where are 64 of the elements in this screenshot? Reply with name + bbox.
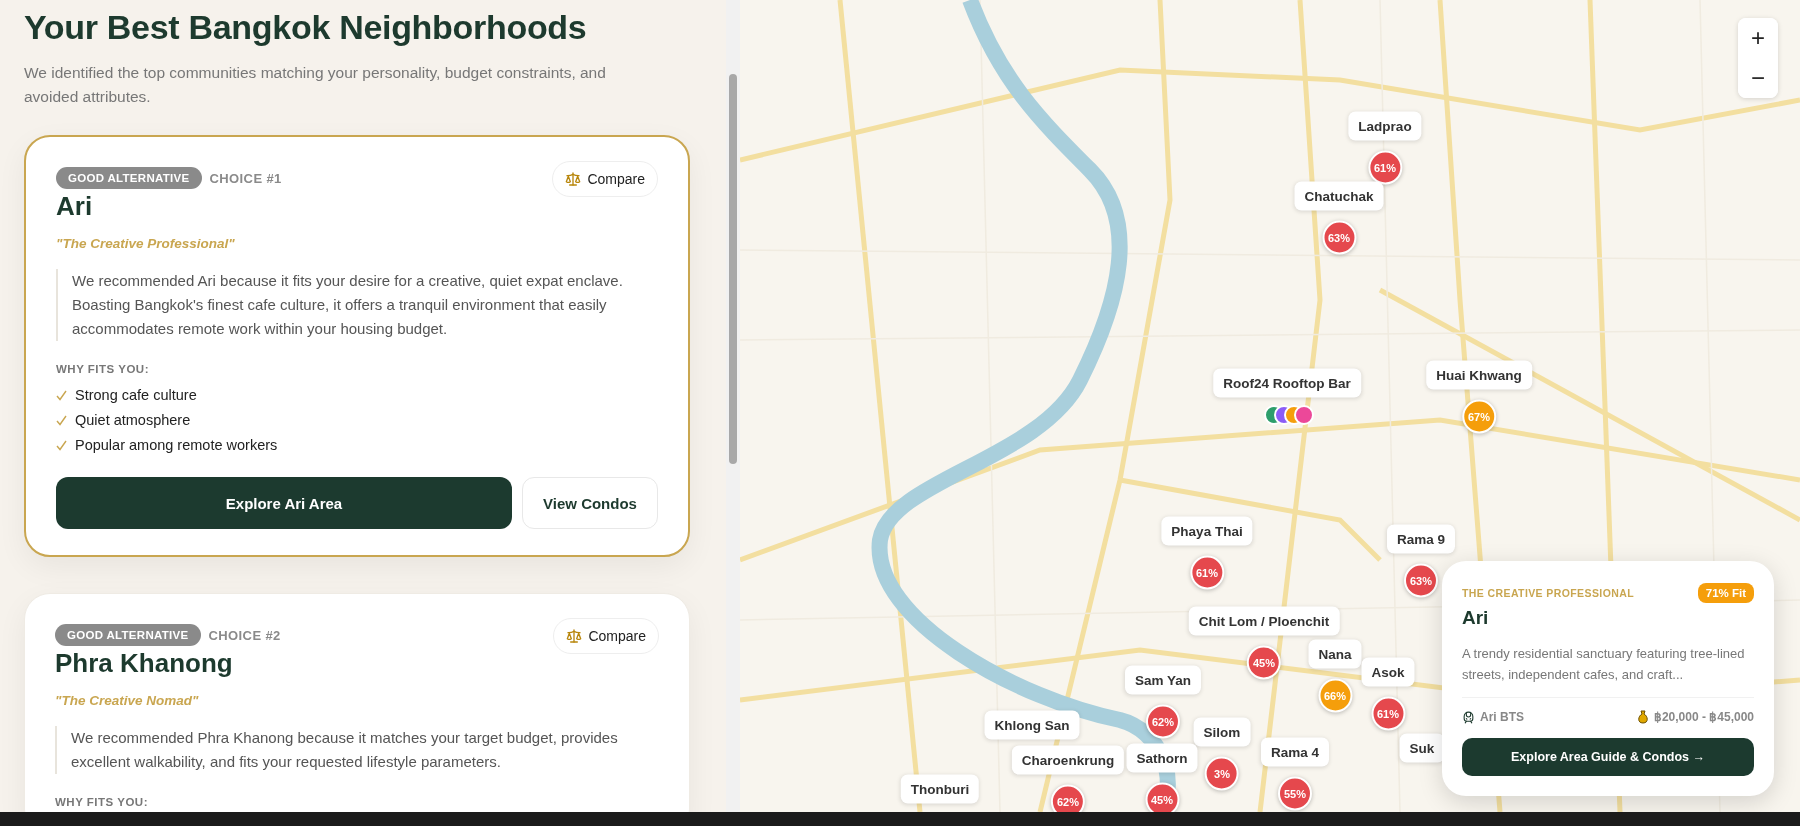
check-icon [56, 389, 67, 401]
recommendation-text: We recommended Phra Khanong because it matches your target budget, provides excellent walkability, and fits your requested lifestyle parameters. [55, 726, 659, 774]
choice-rank: CHOICE #2 [208, 627, 281, 643]
scale-icon [566, 628, 583, 644]
area-label[interactable]: Chit Lom / Ploenchit [1188, 606, 1340, 636]
explore-area-button[interactable]: Explore Ari Area [56, 477, 512, 529]
neighborhood-name: Ari [56, 191, 94, 222]
area-label[interactable]: Nana [1308, 639, 1362, 669]
page-subtitle: We identified the top communities matching your personality, budget constraints, and avoided attributes. [24, 63, 607, 107]
fit-pin[interactable]: 63% [1404, 563, 1438, 598]
price-range: ฿20,000 - ฿45,000 [1653, 710, 1754, 724]
area-label[interactable]: Sathorn [1126, 743, 1198, 773]
area-label[interactable]: Rama 4 [1261, 737, 1329, 767]
popup-name: Ari [1462, 607, 1490, 629]
fit-pin[interactable]: 61% [1190, 555, 1224, 590]
area-label[interactable]: Asok [1361, 657, 1415, 687]
fit-badge: 71% Fit [1697, 583, 1754, 603]
fit-reason: Popular among remote workers [75, 437, 278, 453]
scale-icon [565, 171, 582, 187]
check-icon [56, 414, 67, 426]
popup-description: A trendy residential sanctuary featuring tree-lined streets, independent cafes, and craft... [1462, 645, 1746, 684]
area-label[interactable]: Khlong San [984, 710, 1080, 740]
area-label[interactable]: Phaya Thai [1161, 516, 1253, 546]
explore-guide-button[interactable]: Explore Area Guide & Condos → [1462, 738, 1754, 776]
fit-reason: Strong cafe culture [75, 387, 197, 403]
fit-pin[interactable]: 55% [1278, 776, 1312, 811]
persona-tagline: "The Creative Professional" [56, 236, 236, 251]
page-title: Your Best Bangkok Neighborhoods [24, 8, 588, 47]
area-label[interactable]: Thonburi [900, 774, 980, 804]
check-icon [56, 439, 67, 451]
fit-pin[interactable]: 45% [1247, 645, 1281, 680]
area-label[interactable]: Sam Yan [1125, 665, 1201, 695]
choice-rank: CHOICE #1 [209, 170, 282, 186]
why-fits-heading: WHY FITS YOU: [55, 796, 149, 808]
fit-pin[interactable]: 3% [1205, 756, 1239, 791]
fit-pin[interactable]: 61% [1371, 696, 1405, 731]
area-label[interactable]: Roof24 Rooftop Bar [1213, 368, 1361, 398]
fit-pin[interactable]: 63% [1322, 220, 1356, 255]
neighborhood-name: Phra Khanong [55, 648, 234, 679]
compare-button[interactable]: Compare [552, 161, 658, 197]
compare-button[interactable]: Compare [553, 618, 659, 654]
view-condos-button[interactable]: View Condos [522, 477, 658, 529]
area-label[interactable]: Rama 9 [1387, 524, 1455, 554]
recommendation-text: We recommended Ari because it fits your desire for a creative, quiet expat enclave. Boasting Bangkok's finest cafe culture, it offers a tranquil environment that easily accommodates remote work within your housing budget. [56, 269, 658, 341]
station-name: Ari BTS [1480, 710, 1524, 724]
area-label[interactable]: Ladprao [1348, 111, 1422, 141]
money-bag-icon [1636, 710, 1649, 724]
popup-persona: THE CREATIVE PROFESSIONAL [1462, 587, 1634, 599]
area-label[interactable]: Silom [1193, 717, 1251, 747]
fit-pin[interactable]: 45% [1145, 782, 1179, 812]
area-label[interactable]: Chatuchak [1294, 181, 1384, 211]
area-label[interactable]: Charoenkrung [1011, 745, 1125, 775]
scrollbar[interactable] [726, 0, 740, 812]
why-fits-heading: WHY FITS YOU: [56, 363, 150, 375]
fit-reason: Quiet atmosphere [75, 412, 191, 428]
area-label[interactable]: Huai Khwang [1426, 360, 1532, 390]
train-icon [1462, 710, 1475, 724]
fit-pin[interactable]: 61% [1368, 150, 1402, 185]
status-badge: GOOD ALTERNATIVE [56, 167, 202, 189]
persona-tagline: "The Creative Nomad" [55, 693, 200, 708]
area-label[interactable]: Suk [1399, 733, 1445, 763]
status-badge: GOOD ALTERNATIVE [55, 624, 201, 646]
fit-pin[interactable]: 62% [1146, 704, 1180, 739]
fit-pin[interactable]: 62% [1051, 784, 1085, 812]
